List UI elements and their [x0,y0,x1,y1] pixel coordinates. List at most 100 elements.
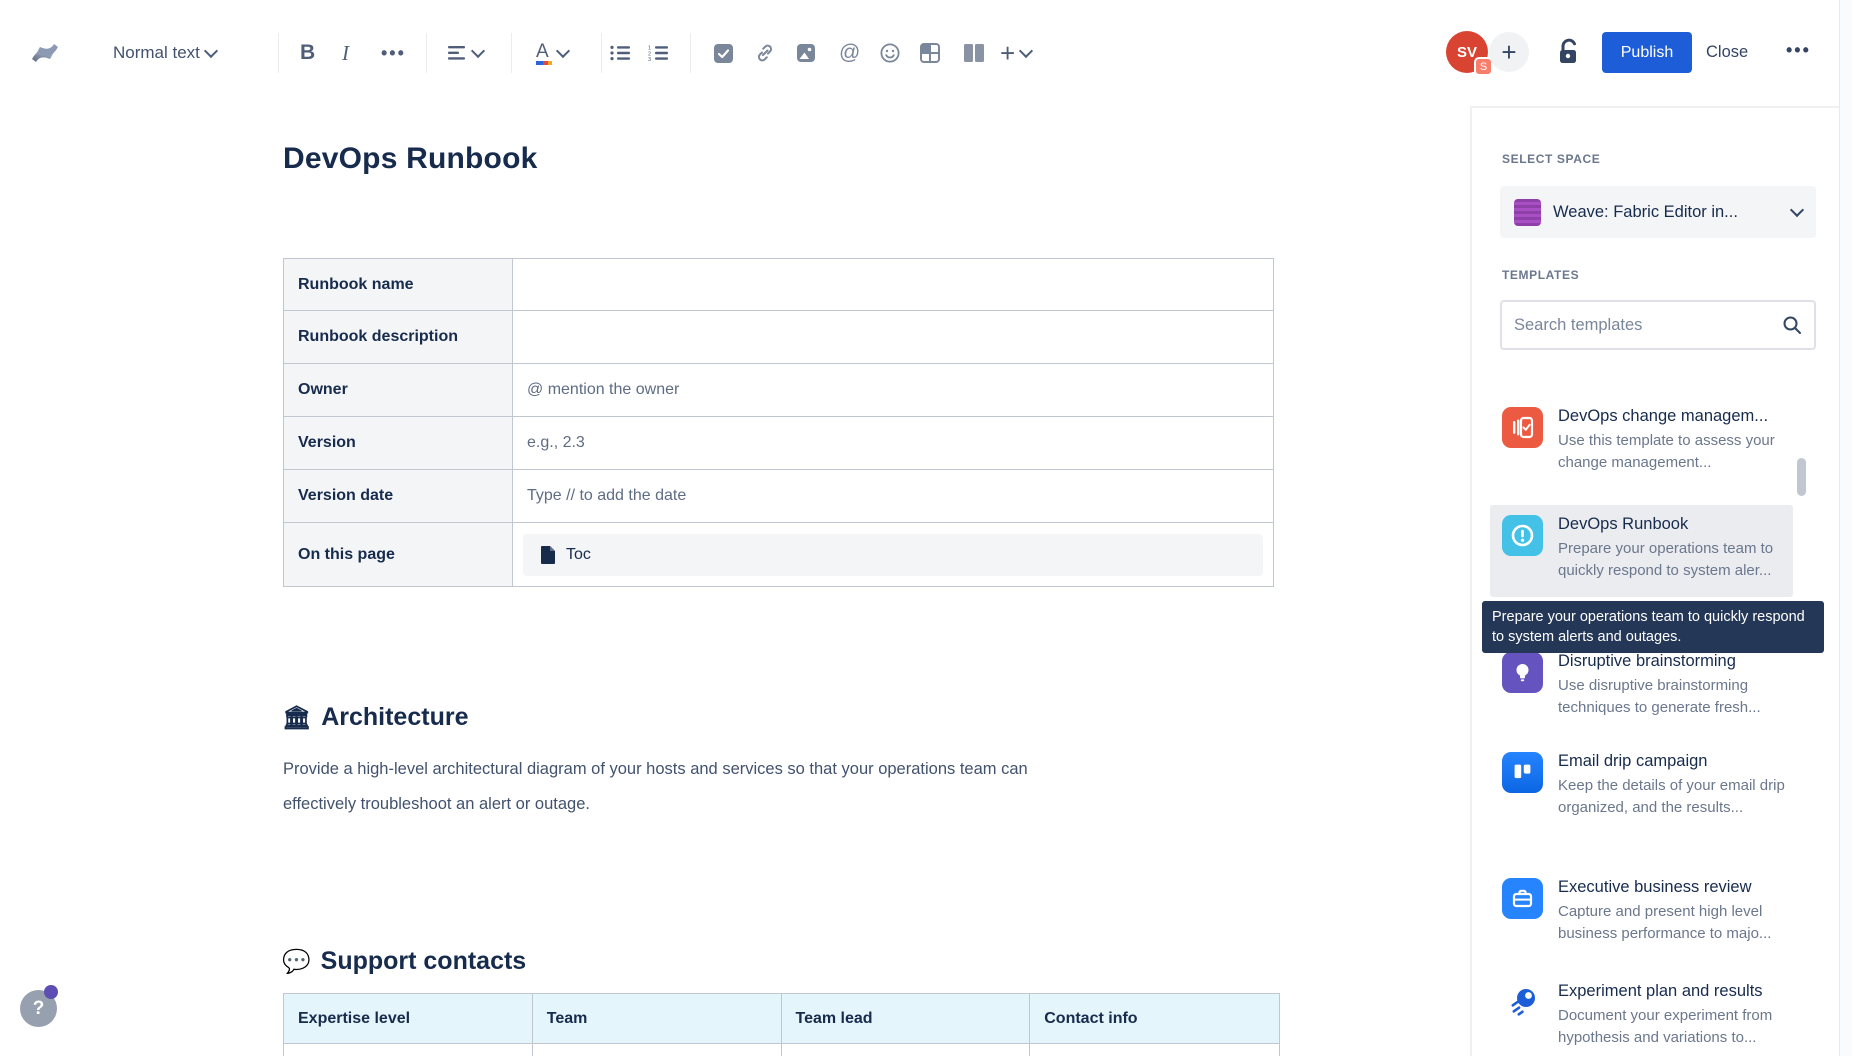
row-label: Runbook description [284,311,513,363]
speech-bubble-emoji-icon: 💬 [282,948,311,975]
column-header: Contact info [1030,994,1279,1043]
insert-more-dropdown[interactable]: + [1000,0,1031,106]
template-title: Experiment plan and results [1558,982,1790,1001]
row-label: Owner [284,364,513,416]
row-label: Version date [284,470,513,522]
section-heading-support-contacts: 💬 Support contacts [282,947,526,976]
space-name: Weave: Fabric Editor in... [1553,203,1780,222]
column-header: Team [533,994,782,1043]
page-title[interactable]: DevOps Runbook [283,142,538,176]
template-title: Disruptive brainstorming [1558,652,1790,671]
italic-button[interactable]: I [342,0,349,106]
link-icon[interactable] [755,0,775,106]
template-tooltip: Prepare your operations team to quickly … [1482,601,1824,653]
space-select-dropdown[interactable]: Weave: Fabric Editor in... [1500,186,1816,238]
column-header: Team lead [782,994,1031,1043]
template-description: Capture and present high level business … [1558,901,1790,945]
template-description: Prepare your operations team to quickly … [1558,538,1790,582]
editor-toolbar: Normal text B I ••• A [0,0,1852,106]
template-description: Keep the details of your email drip orga… [1558,775,1790,819]
more-actions-button[interactable]: ••• [1786,30,1811,71]
text-style-dropdown[interactable]: Normal text [113,0,216,106]
row-label: Version [284,417,513,469]
task-list-button[interactable] [714,0,733,106]
add-collaborator-button[interactable]: + [1489,32,1529,72]
row-value-cell[interactable]: Type // to add the date [513,470,1273,522]
support-table-empty-row[interactable] [283,1044,1280,1056]
rocket-icon [1502,982,1543,1023]
template-title: Executive business review [1558,878,1790,897]
bold-button[interactable]: B [300,0,315,106]
template-description: Use this template to assess your change … [1558,430,1790,474]
chevron-down-icon [471,44,485,58]
chevron-down-icon [1790,202,1804,216]
help-notification-badge [44,985,58,999]
section-heading-architecture: 🏛 Architecture [282,703,468,732]
publish-button[interactable]: Publish [1602,32,1692,73]
svg-text:3: 3 [648,57,651,61]
table-row: Version date Type // to add the date [283,470,1274,523]
row-label: On this page [284,523,513,586]
support-table-header-row: Expertise level Team Team lead Contact i… [283,993,1280,1044]
template-title: DevOps change managem... [1558,407,1790,426]
document-icon [541,546,556,564]
template-item-executive-business-review[interactable]: Executive business review Capture and pr… [1490,868,1793,957]
table-row: Runbook name [283,258,1274,311]
template-list-scrollbar[interactable] [1797,458,1806,496]
select-space-label: SELECT SPACE [1502,152,1600,166]
space-avatar [1514,199,1541,226]
section-title: Architecture [321,703,468,732]
table-row: Runbook description [283,311,1274,364]
table-row: Owner @ mention the owner [283,364,1274,417]
template-item-devops-runbook[interactable]: DevOps Runbook Prepare your operations t… [1490,505,1793,597]
unlock-icon[interactable] [1556,38,1582,71]
toc-macro-chip[interactable]: Toc [523,534,1263,576]
row-value-cell[interactable] [513,259,1273,310]
template-title: Email drip campaign [1558,752,1790,771]
templates-label: TEMPLATES [1502,268,1579,282]
numbered-list-button[interactable]: 1 2 3 [648,0,668,106]
search-icon [1782,315,1802,335]
emoji-button[interactable] [880,0,900,106]
text-color-dropdown[interactable]: A [536,0,568,106]
more-formatting-button[interactable]: ••• [381,0,406,106]
chevron-down-icon [556,44,570,58]
confluence-logo [30,0,60,106]
row-value-cell[interactable]: @ mention the owner [513,364,1273,416]
cards-check-icon [1502,407,1543,448]
layouts-button[interactable] [963,0,985,106]
toolbar-divider [601,33,602,73]
row-label: Runbook name [284,259,513,310]
chevron-down-icon [1019,44,1033,58]
bullet-list-button[interactable] [610,0,630,106]
alignment-dropdown[interactable] [448,0,483,106]
table-row: Version e.g., 2.3 [283,417,1274,470]
chevron-down-icon [204,44,218,58]
alert-icon [1502,515,1543,556]
mention-button[interactable]: @ [839,0,860,106]
template-title: DevOps Runbook [1558,515,1790,534]
page-scrollbar[interactable] [1839,0,1852,1056]
template-item-devops-change-management[interactable]: DevOps change managem... Use this templa… [1490,397,1793,486]
template-item-email-drip-campaign[interactable]: Email drip campaign Keep the details of … [1490,742,1793,831]
toolbar-divider [690,33,691,73]
close-button[interactable]: Close [1706,32,1748,73]
architecture-paragraph[interactable]: Provide a high-level architectural diagr… [283,752,1063,822]
search-input[interactable] [1514,316,1782,335]
row-value-cell[interactable]: e.g., 2.3 [513,417,1273,469]
template-item-experiment-plan-and-results[interactable]: Experiment plan and results Document you… [1490,972,1793,1056]
toc-label: Toc [566,546,591,564]
trello-boards-icon [1502,752,1543,793]
insert-table-button[interactable] [920,0,940,106]
toolbar-divider [278,33,279,73]
row-value-cell[interactable] [513,311,1273,363]
architecture-emoji-icon: 🏛 [282,704,311,731]
column-header: Expertise level [284,994,533,1043]
section-title: Support contacts [321,947,527,976]
template-description: Document your experiment from hypothesis… [1558,1005,1790,1049]
toolbar-divider [511,33,512,73]
toolbar-divider [426,33,427,73]
template-search-box[interactable] [1500,300,1816,350]
insert-image-button[interactable] [796,0,816,106]
template-item-disruptive-brainstorming[interactable]: Disruptive brainstorming Use disruptive … [1490,642,1793,731]
